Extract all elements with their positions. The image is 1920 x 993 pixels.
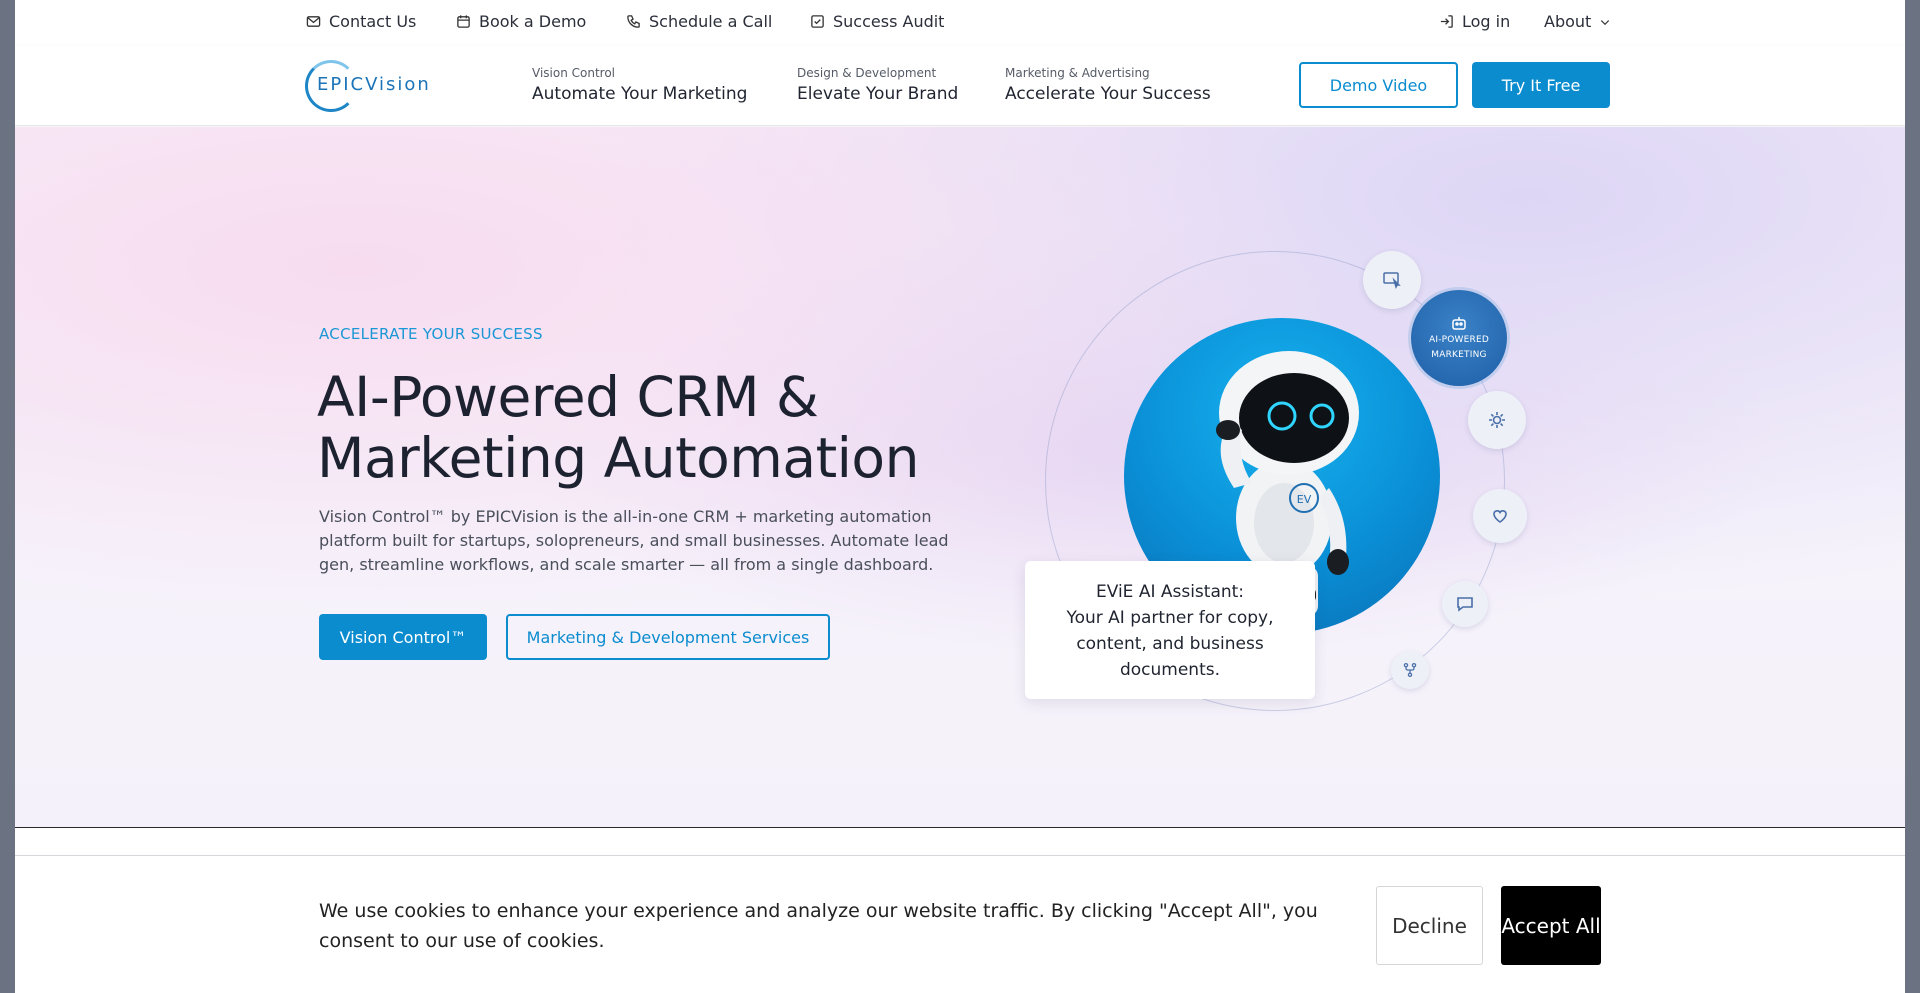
hero-section: ACCELERATE YOUR SUCCESS AI-Powered CRM &… (15, 127, 1905, 828)
orbit-branch-icon (1391, 651, 1429, 689)
success-audit-label: Success Audit (833, 12, 945, 31)
nav-item-small-label: Vision Control (532, 66, 616, 80)
nav-design-development[interactable]: Design & Development Elevate Your Brand (797, 66, 958, 104)
utility-bar: Contact Us Book a Demo Schedule a Call S… (15, 0, 1905, 46)
decline-button[interactable]: Decline (1376, 886, 1483, 965)
ai-powered-badge: AI-POWERED MARKETING (1411, 290, 1507, 386)
book-demo-link[interactable]: Book a Demo (456, 12, 586, 31)
nav-marketing-advertising[interactable]: Marketing & Advertising Accelerate Your … (1005, 66, 1211, 104)
epicvision-logo[interactable]: EPICVision (305, 58, 445, 114)
evie-assistant-card: EViE AI Assistant: Your AI partner for c… (1025, 561, 1315, 699)
login-label: Log in (1462, 12, 1511, 31)
page: Contact Us Book a Demo Schedule a Call S… (15, 0, 1905, 993)
schedule-call-link[interactable]: Schedule a Call (626, 12, 772, 31)
cookie-message: We use cookies to enhance your experienc… (319, 900, 1318, 952)
book-demo-label: Book a Demo (479, 12, 587, 31)
schedule-call-label: Schedule a Call (649, 12, 773, 31)
nav-item-small-label: Marketing & Advertising (1005, 66, 1150, 80)
nav-item-label: Automate Your Marketing (532, 84, 748, 104)
orbit-heart-icon (1473, 489, 1527, 543)
logo-text: EPICVision (317, 74, 431, 95)
try-it-free-button[interactable]: Try It Free (1472, 62, 1610, 108)
hero-eyebrow: ACCELERATE YOUR SUCCESS (319, 325, 543, 343)
phone-icon (627, 15, 640, 28)
hero-title: AI-Powered CRM & Marketing Automation (317, 365, 919, 490)
evie-card-description: Your AI partner for copy, content, and b… (1066, 608, 1274, 680)
hero-description: Vision Control™ by EPICVision is the all… (319, 507, 949, 574)
accept-all-button[interactable]: Accept All (1501, 886, 1601, 965)
nav-item-label: Accelerate Your Success (1005, 84, 1211, 104)
vision-control-button[interactable]: Vision Control™ (319, 614, 487, 660)
contact-us-label: Contact Us (329, 12, 417, 31)
login-icon (1440, 15, 1453, 28)
robot-chest-logo: EV (1297, 493, 1312, 506)
nav-item-label: Elevate Your Brand (797, 84, 959, 104)
cookie-banner: We use cookies to enhance your experienc… (15, 855, 1905, 993)
chevron-down-icon (1601, 19, 1610, 25)
mail-icon (306, 16, 321, 27)
robot-head-icon (1452, 317, 1466, 330)
badge-line-1: AI-POWERED (1428, 335, 1490, 345)
main-nav: EPICVision Vision Control Automate Your … (15, 46, 1905, 126)
demo-video-button[interactable]: Demo Video (1299, 62, 1458, 108)
about-dropdown[interactable]: About (1544, 12, 1611, 31)
orbit-gear-icon (1468, 391, 1526, 449)
marketing-services-button[interactable]: Marketing & Development Services (506, 614, 830, 660)
nav-item-small-label: Design & Development (797, 66, 937, 80)
about-label: About (1544, 12, 1592, 31)
login-link[interactable]: Log in (1439, 12, 1510, 31)
success-audit-link[interactable]: Success Audit (810, 12, 944, 31)
orbit-chat-icon (1442, 581, 1488, 627)
badge-line-2: MARKETING (1431, 350, 1487, 360)
evie-card-title: EViE AI Assistant: (1095, 582, 1245, 602)
contact-us-link[interactable]: Contact Us (306, 12, 416, 31)
calendar-icon (457, 15, 470, 28)
nav-vision-control[interactable]: Vision Control Automate Your Marketing (532, 66, 747, 104)
checkbox-icon (811, 15, 824, 28)
orbit-cursor-icon (1363, 251, 1421, 309)
